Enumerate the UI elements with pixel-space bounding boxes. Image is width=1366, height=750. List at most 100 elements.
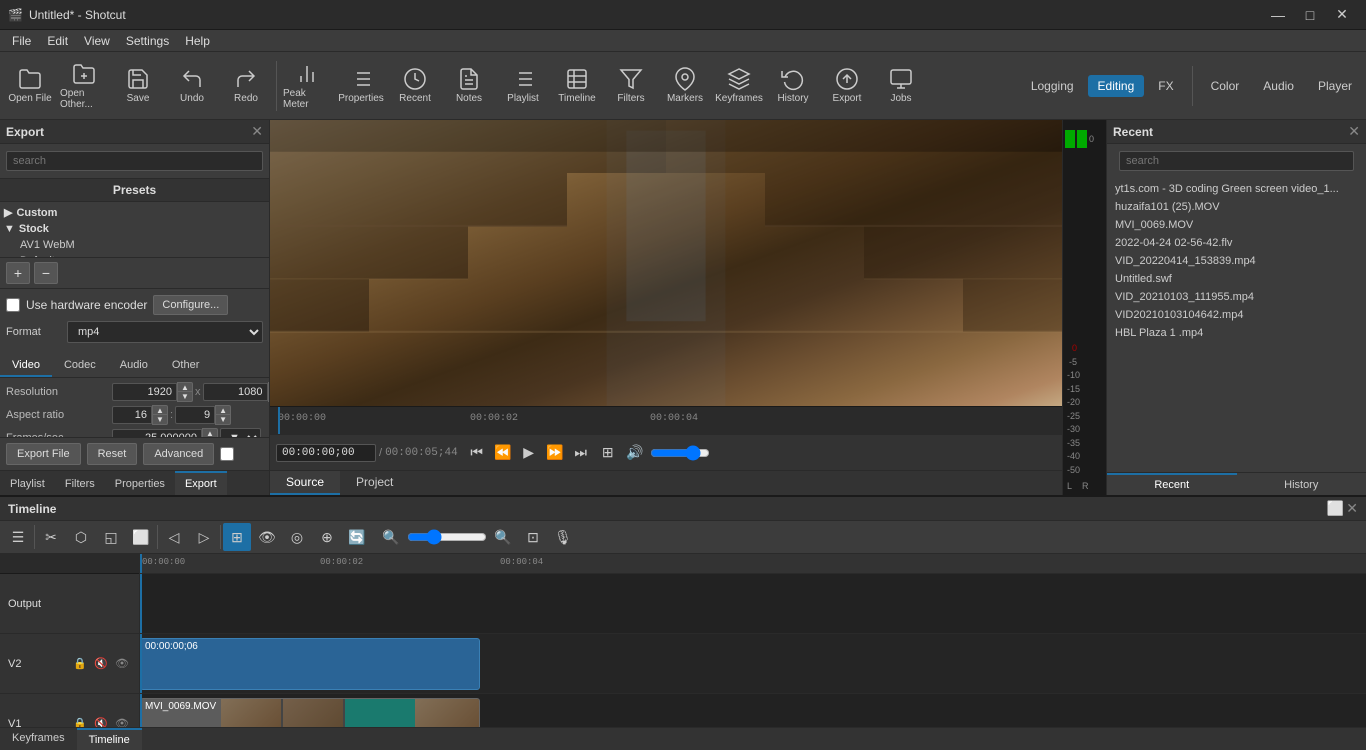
resolution-w-up[interactable]: ▲ — [177, 382, 193, 392]
presets-search-input[interactable] — [6, 151, 263, 171]
v1-mute-button[interactable]: 🔇 — [92, 715, 110, 728]
timeline-center-button[interactable]: ⊕ — [313, 523, 341, 551]
aspect-w-down[interactable]: ▼ — [152, 415, 168, 425]
v1-lock-button[interactable]: 🔒 — [71, 715, 89, 728]
color-mode-button[interactable]: Color — [1201, 75, 1250, 97]
menu-help[interactable]: Help — [177, 32, 218, 50]
tab-keyframes[interactable]: Keyframes — [0, 728, 77, 750]
v2-mute-button[interactable]: 🔇 — [92, 655, 110, 673]
peak-meter-button[interactable]: Peak Meter — [281, 56, 333, 116]
properties-button[interactable]: Properties — [335, 56, 387, 116]
tab-project[interactable]: Project — [340, 471, 409, 495]
v2-clip[interactable]: 00:00:00;06 — [140, 638, 480, 690]
tab-filters[interactable]: Filters — [55, 471, 105, 495]
recent-item-8[interactable]: HBL Plaza 1 .mp4 — [1111, 324, 1362, 342]
tab-export[interactable]: Export — [175, 471, 227, 495]
step-forward-button[interactable]: ⏩ — [543, 441, 567, 465]
tab-codec[interactable]: Codec — [52, 355, 108, 377]
resolution-w-input[interactable] — [112, 383, 177, 401]
advanced-checkbox[interactable] — [220, 447, 234, 461]
play-button[interactable]: ▶ — [517, 441, 541, 465]
v1-clip[interactable]: MVI_0069.MOV — [140, 698, 480, 727]
reset-button[interactable]: Reset — [87, 443, 138, 465]
remove-preset-button[interactable]: − — [34, 262, 58, 284]
timeline-menu-button[interactable]: ☰ — [4, 523, 32, 551]
recent-item-2[interactable]: MVI_0069.MOV — [1111, 216, 1362, 234]
menu-file[interactable]: File — [4, 32, 39, 50]
keyframes-button[interactable]: Keyframes — [713, 56, 765, 116]
editing-mode-button[interactable]: Editing — [1088, 75, 1145, 97]
timeline-scrub-button[interactable]: 👁 — [253, 523, 281, 551]
menu-view[interactable]: View — [76, 32, 118, 50]
menu-edit[interactable]: Edit — [39, 32, 76, 50]
audio-mode-button[interactable]: Audio — [1253, 75, 1304, 97]
zoom-out-button[interactable]: 🔍 — [377, 523, 405, 551]
hw-encoder-checkbox[interactable] — [6, 298, 20, 312]
history-button[interactable]: History — [767, 56, 819, 116]
timecode-current[interactable] — [276, 444, 376, 462]
recent-item-1[interactable]: huzaifa101 (25).MOV — [1111, 198, 1362, 216]
fx-mode-button[interactable]: FX — [1148, 75, 1183, 97]
open-other-button[interactable]: Open Other... — [58, 56, 110, 116]
volume-button[interactable]: 🔊 — [623, 441, 647, 465]
undo-button[interactable]: Undo — [166, 56, 218, 116]
zoom-slider[interactable] — [407, 529, 487, 545]
resolution-h-down[interactable]: ▼ — [268, 392, 270, 402]
logging-mode-button[interactable]: Logging — [1021, 75, 1084, 97]
timeline-ripple-button[interactable]: ⬡ — [67, 523, 95, 551]
tab-audio[interactable]: Audio — [108, 355, 160, 377]
v1-hide-button[interactable]: 👁 — [113, 715, 131, 728]
add-preset-button[interactable]: + — [6, 262, 30, 284]
player-mode-button[interactable]: Player — [1308, 75, 1362, 97]
step-back-button[interactable]: ⏪ — [491, 441, 515, 465]
playlist-button[interactable]: Playlist — [497, 56, 549, 116]
timeline-expand[interactable]: ⬜ — [1327, 500, 1344, 517]
configure-button[interactable]: Configure... — [153, 295, 228, 315]
tab-other[interactable]: Other — [160, 355, 212, 377]
aspect-h-input[interactable] — [175, 406, 215, 424]
timeline-blade-button[interactable]: ✂ — [37, 523, 65, 551]
timeline-button[interactable]: Timeline — [551, 56, 603, 116]
fps-input[interactable] — [112, 429, 202, 437]
recent-item-4[interactable]: VID_20220414_153839.mp4 — [1111, 252, 1362, 270]
recent-search-input[interactable] — [1119, 151, 1354, 171]
tab-source[interactable]: Source — [270, 471, 340, 495]
export-button[interactable]: Export — [821, 56, 873, 116]
recent-item-6[interactable]: VID_20210103_111955.mp4 — [1111, 288, 1362, 306]
fps-select[interactable]: ▼ — [220, 428, 261, 437]
aspect-h-down[interactable]: ▼ — [215, 415, 231, 425]
right-panel-close[interactable]: ✕ — [1348, 123, 1360, 140]
maximize-button[interactable]: □ — [1294, 0, 1326, 30]
advanced-button[interactable]: Advanced — [143, 443, 214, 465]
timeline-next-marker-button[interactable]: ▷ — [190, 523, 218, 551]
tab-video[interactable]: Video — [0, 355, 52, 377]
export-file-button[interactable]: Export File — [6, 443, 81, 465]
volume-slider[interactable] — [650, 445, 710, 461]
resolution-h-input[interactable] — [203, 383, 268, 401]
preset-category-stock[interactable]: ▼ Stock — [0, 221, 269, 237]
tab-recent[interactable]: Recent — [1107, 473, 1237, 495]
timeline-prev-marker-button[interactable]: ◁ — [160, 523, 188, 551]
menu-settings[interactable]: Settings — [118, 32, 177, 50]
resolution-w-down[interactable]: ▼ — [177, 392, 193, 402]
timeline-snap-button[interactable]: ⊞ — [223, 523, 251, 551]
left-panel-close[interactable]: ✕ — [251, 123, 263, 140]
recent-item-0[interactable]: yt1s.com - 3D coding Green screen video_… — [1111, 180, 1362, 198]
timeline-loop-button[interactable]: 🔄 — [343, 523, 371, 551]
markers-button[interactable]: Markers — [659, 56, 711, 116]
timeline-close[interactable]: ✕ — [1346, 500, 1358, 517]
tab-history[interactable]: History — [1237, 473, 1366, 495]
jobs-button[interactable]: Jobs — [875, 56, 927, 116]
record-button[interactable]: 🎙 — [549, 523, 577, 551]
v2-lock-button[interactable]: 🔒 — [71, 655, 89, 673]
aspect-w-input[interactable] — [112, 406, 152, 424]
skip-to-start-button[interactable]: ⏮ — [465, 441, 489, 465]
resolution-h-up[interactable]: ▲ — [268, 382, 270, 392]
skip-to-end-button[interactable]: ⏭ — [569, 441, 593, 465]
timeline-ripple-markers-button[interactable]: ◎ — [283, 523, 311, 551]
fps-up[interactable]: ▲ — [202, 428, 218, 437]
aspect-w-up[interactable]: ▲ — [152, 405, 168, 415]
zoom-fit-button[interactable]: ⊡ — [519, 523, 547, 551]
recent-button[interactable]: Recent — [389, 56, 441, 116]
timeline-join-button[interactable]: ◱ — [97, 523, 125, 551]
